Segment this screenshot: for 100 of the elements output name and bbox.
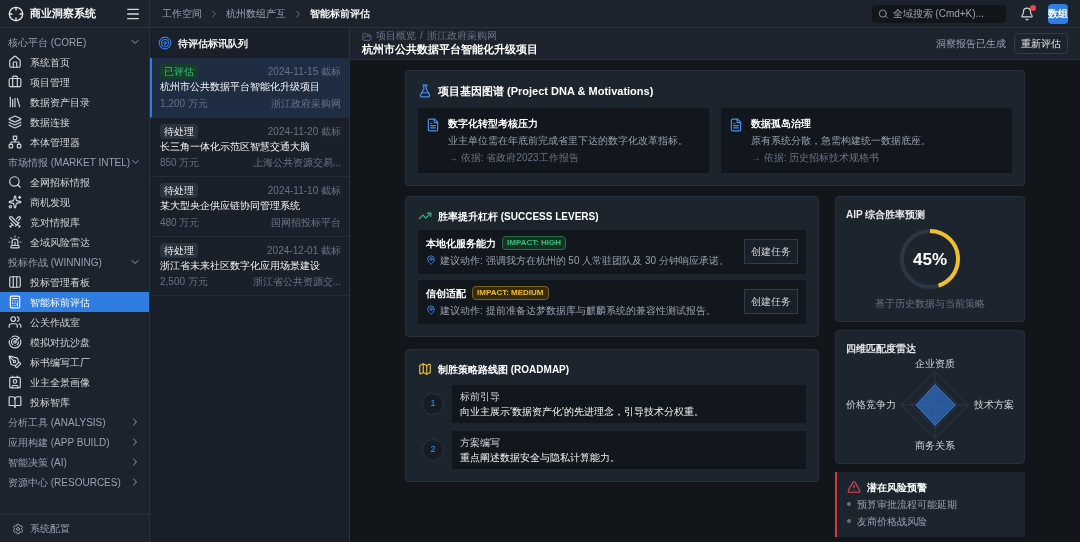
sidebar-item[interactable]: 本体管理器 bbox=[0, 132, 149, 152]
breadcrumb-link[interactable]: 智能标前评估 bbox=[310, 6, 370, 21]
axis-label: 商务关系 bbox=[915, 440, 955, 453]
status-tag: 待处理 bbox=[160, 242, 198, 258]
section-header[interactable]: 应用构建 (APP BUILD) bbox=[0, 432, 149, 452]
home-icon bbox=[8, 55, 22, 69]
card-title: AIP 综合胜率预测 bbox=[846, 207, 926, 222]
settings-link[interactable]: 系统配置 bbox=[0, 514, 149, 542]
amount: 480 万元 bbox=[160, 215, 200, 230]
source: 浙江政府采购网 bbox=[271, 96, 341, 111]
reassess-button[interactable]: 重新评估 bbox=[1014, 33, 1068, 54]
deadline: 2024-12-01 截标 bbox=[267, 243, 341, 258]
motivation-title: 数字化转型考核压力 bbox=[448, 116, 539, 131]
siren-icon bbox=[8, 235, 22, 249]
step-text: 重点阐述数据安全与隐私计算能力。 bbox=[460, 450, 621, 465]
network-icon bbox=[8, 135, 22, 149]
search-field[interactable]: 全域搜索 (Cmd+K)... bbox=[872, 4, 1006, 23]
section-header[interactable]: 智能决策 (AI) bbox=[0, 452, 149, 472]
card-title: 潜在风险预警 bbox=[867, 480, 927, 495]
sparkle-icon bbox=[8, 195, 22, 209]
card-title: 四维匹配度雷达 bbox=[846, 341, 916, 356]
sidebar-item[interactable]: 系统首页 bbox=[0, 52, 149, 72]
section-title: 项目基因图谱 (Project DNA & Motivations) bbox=[438, 84, 654, 99]
step-title: 标前引导 bbox=[460, 389, 501, 404]
queue-title: 待评估标讯队列 bbox=[178, 36, 248, 51]
sidebar-item[interactable]: 数据资产目录 bbox=[0, 92, 149, 112]
swords-icon bbox=[8, 215, 22, 229]
queue-item[interactable]: 待处理 2024-11-20 截标 长三角一体化示范区智慧交通大脑 850 万元 上海公共资源交易... bbox=[150, 117, 349, 177]
sidebar-item[interactable]: 标书编写工厂 bbox=[0, 352, 149, 372]
motivation-title: 数据孤岛治理 bbox=[751, 116, 812, 131]
library-icon bbox=[8, 95, 22, 109]
sidebar-item[interactable]: 投标管理看板 bbox=[0, 272, 149, 292]
sidebar-item[interactable]: 全网招标情报 bbox=[0, 172, 149, 192]
axis-label: 技术方案 bbox=[974, 398, 1014, 412]
amount: 2,500 万元 bbox=[160, 275, 208, 289]
impact-tag: IMPACT: HIGH bbox=[502, 236, 567, 250]
source: 上海公共资源交易... bbox=[252, 156, 341, 170]
step-text: 向业主展示'数据资产化'的先进理念，引导技术分权重。 bbox=[460, 404, 705, 419]
sidebar-item[interactable]: 投标智库 bbox=[0, 392, 149, 412]
evidence-note: → 依据: 历史招标技术规格书 bbox=[751, 150, 881, 165]
notification-button[interactable] bbox=[1020, 6, 1034, 21]
deadline: 2024-11-15 截标 bbox=[267, 65, 341, 79]
action-text: 建议动作: 强调我方在杭州的 50 人常驻团队及 30 分钟响应承诺。 bbox=[440, 253, 729, 268]
pin-icon bbox=[426, 255, 436, 265]
flask-icon bbox=[418, 84, 432, 99]
status-tag: 待处理 bbox=[160, 123, 198, 139]
app-title: 商业洞察系统 bbox=[30, 6, 97, 22]
sidebar-item[interactable]: 数据连接 bbox=[0, 112, 149, 132]
target-icon bbox=[158, 36, 172, 50]
motivation-text: 原有系统分散，急需构建统一数据底座。 bbox=[751, 133, 931, 148]
axis-label: 价格竞争力 bbox=[846, 398, 896, 412]
tender-title: 长三角一体化示范区智慧交通大脑 bbox=[160, 140, 311, 153]
lever-name: 本地化服务能力 bbox=[426, 236, 496, 251]
breadcrumb-link[interactable]: 工作空间 bbox=[162, 6, 202, 21]
document-icon bbox=[426, 117, 440, 132]
section-header[interactable]: 资源中心 (RESOURCES) bbox=[0, 472, 149, 492]
deadline: 2024-11-20 截标 bbox=[267, 124, 341, 139]
axis-label: 企业资质 bbox=[915, 357, 955, 370]
status-tag: 已评估 bbox=[160, 64, 198, 79]
sidebar-item[interactable]: 智能标前评估 bbox=[0, 292, 149, 312]
queue-item[interactable]: 待处理 2024-11-10 截标 某大型央企供应链协同管理系统 480 万元 国网招投标平台 bbox=[150, 177, 349, 237]
step-number: 1 bbox=[422, 392, 444, 415]
sidebar-item[interactable]: 公关作战室 bbox=[0, 312, 149, 332]
sidebar-item[interactable]: 项目管理 bbox=[0, 72, 149, 92]
sidebar-item[interactable]: 全域风险雷达 bbox=[0, 232, 149, 252]
search-icon bbox=[878, 7, 889, 20]
sidebar-item[interactable]: 业主全景画像 bbox=[0, 372, 149, 392]
briefcase-icon bbox=[8, 75, 22, 89]
radar-drawing bbox=[900, 370, 970, 440]
settings-icon bbox=[12, 522, 24, 535]
sidebar-item[interactable]: 模拟对抗沙盘 bbox=[0, 332, 149, 352]
step-number: 2 bbox=[422, 438, 444, 461]
users-icon bbox=[8, 315, 22, 329]
section-header[interactable]: 投标作战 (WINNING) bbox=[0, 252, 149, 272]
search-icon bbox=[8, 175, 22, 189]
book-icon bbox=[8, 395, 22, 409]
create-task-button[interactable]: 创建任务 bbox=[744, 289, 798, 314]
logo-icon bbox=[8, 5, 24, 22]
lever-name: 信创适配 bbox=[426, 286, 466, 301]
action-text: 建议动作: 提前准备达梦数据库与麒麟系统的兼容性测试报告。 bbox=[440, 303, 716, 318]
map-icon bbox=[418, 362, 432, 376]
create-task-button[interactable]: 创建任务 bbox=[744, 239, 798, 264]
folder-icon bbox=[362, 31, 372, 42]
section-title: 胜率提升杠杆 (SUCCESS LEVERS) bbox=[438, 209, 599, 224]
gauge-note: 基于历史数据与当前策略 bbox=[875, 296, 985, 311]
sidebar-item[interactable]: 商机发现 bbox=[0, 192, 149, 212]
evidence-note: → 依据: 省政府2023工作报告 bbox=[448, 150, 580, 165]
section-header[interactable]: 市场情报 (MARKET INTEL) bbox=[0, 152, 149, 172]
sidebar-item[interactable]: 竞对情报库 bbox=[0, 212, 149, 232]
report-status: 洞察报告已生成 bbox=[936, 37, 1006, 51]
queue-item[interactable]: 待处理 2024-12-01 截标 浙江省未来社区数字化应用场景建设 2,500 万元 浙江省公共资源交... bbox=[150, 236, 349, 296]
contact-icon bbox=[8, 375, 22, 389]
win-rate-value: 45% bbox=[913, 250, 947, 267]
section-header[interactable]: 核心平台 (CORE) bbox=[0, 32, 149, 52]
user-avatar[interactable]: 数组 bbox=[1048, 3, 1068, 24]
queue-item[interactable]: 已评估 2024-11-15 截标 杭州市公共数据平台智能化升级项目 1,200 万元 浙江政府采购网 bbox=[150, 58, 349, 118]
risk-item: 预算审批流程可能延期 bbox=[857, 497, 957, 512]
breadcrumb-link[interactable]: 杭州数组产互 bbox=[226, 6, 286, 21]
section-header[interactable]: 分析工具 (ANALYSIS) bbox=[0, 412, 149, 432]
calculator-icon bbox=[8, 295, 22, 309]
